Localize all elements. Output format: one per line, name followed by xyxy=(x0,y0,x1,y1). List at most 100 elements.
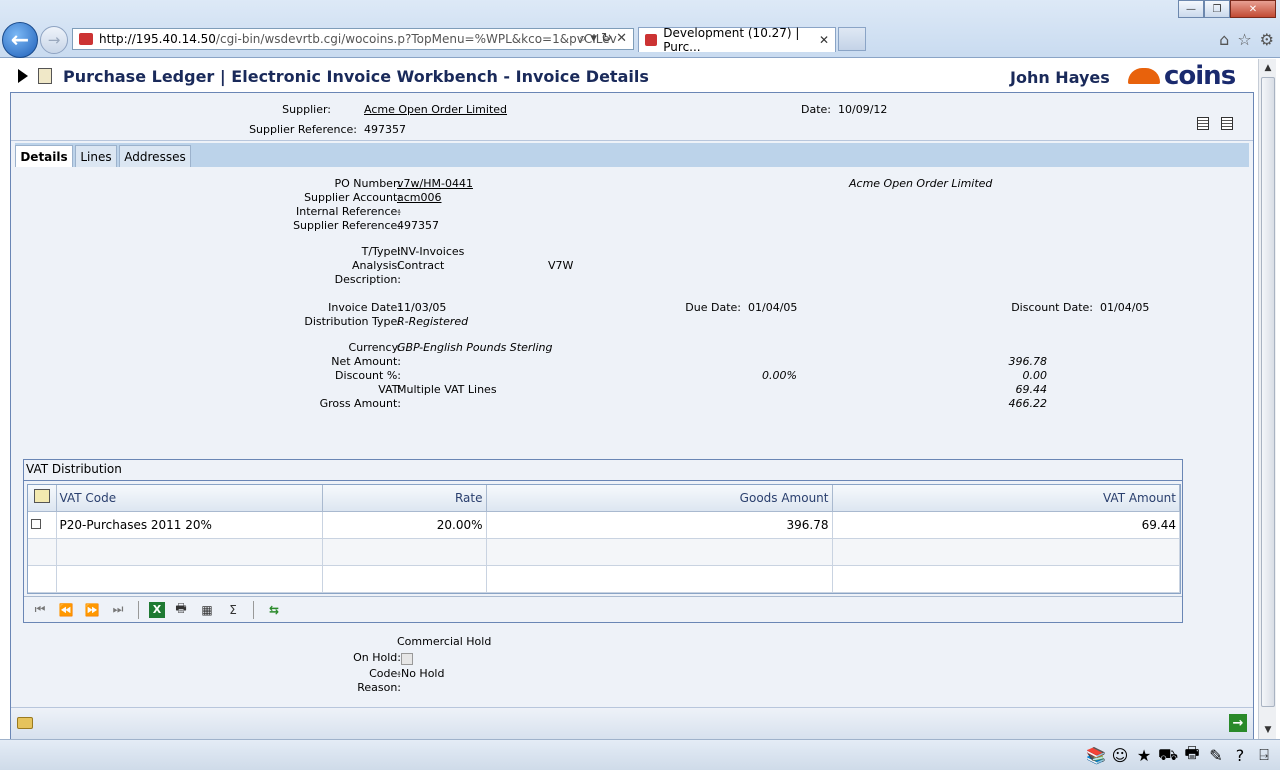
invoice-date-label: Invoice Date: xyxy=(328,301,401,314)
address-bar[interactable]: http://195.40.14.50/cgi-bin/wsdevrtb.cgi… xyxy=(72,28,634,50)
analysis-code: V7W xyxy=(548,259,574,272)
smiley-icon[interactable]: ☺ xyxy=(1110,745,1130,765)
tab-close-icon[interactable]: ✕ xyxy=(819,33,829,47)
favicon-icon xyxy=(79,33,93,45)
printer-icon[interactable]: 🖶 xyxy=(1182,743,1202,765)
first-icon[interactable]: ⏮ xyxy=(30,601,50,619)
cell-vat-code: P20-Purchases 2011 20% xyxy=(56,511,323,539)
row-select-cell[interactable] xyxy=(28,511,57,539)
supplier-reference-label-2: Supplier Reference: xyxy=(293,219,401,232)
column-header-goods-amount[interactable]: Goods Amount xyxy=(486,485,833,512)
supplier-account-link[interactable]: acm006 xyxy=(397,191,442,204)
row-checkbox[interactable] xyxy=(31,518,41,529)
menu-arrow-icon[interactable] xyxy=(18,69,28,83)
new-tab-button[interactable] xyxy=(838,27,866,51)
po-number-label: PO Number: xyxy=(334,177,402,190)
currency-label: Currency: xyxy=(348,341,401,354)
supplier-panel: Supplier: Acme Open Order Limited Date: … xyxy=(11,93,1253,141)
document-edit-icon[interactable]: ✎ xyxy=(1206,745,1226,765)
books-icon[interactable]: 📚 xyxy=(1086,745,1106,765)
scroll-down-icon[interactable]: ▼ xyxy=(1261,723,1275,737)
hold-code-value: -No Hold xyxy=(397,667,445,680)
exit-arrow-icon[interactable]: → xyxy=(1229,714,1247,732)
on-hold-checkbox[interactable] xyxy=(401,653,413,665)
back-arrow-icon: ← xyxy=(10,27,30,53)
close-window-button[interactable]: ✕ xyxy=(1230,0,1276,18)
tab-bar: Details Lines Addresses xyxy=(15,143,1249,168)
main-frame: Supplier: Acme Open Order Limited Date: … xyxy=(10,92,1254,739)
hard-hat-icon xyxy=(1128,68,1160,84)
address-tools[interactable]: ⌕ ▾ ↻ ✕ xyxy=(579,31,627,46)
details-content: PO Number: v7w/HM-0441 Acme Open Order L… xyxy=(15,167,1249,707)
star-icon[interactable]: ★ xyxy=(1134,745,1154,765)
commercial-hold-heading: Commercial Hold xyxy=(397,635,492,648)
cell-rate: 20.00% xyxy=(322,511,487,539)
analysis-value: Contract xyxy=(397,259,445,272)
maximize-button[interactable]: ❐ xyxy=(1204,0,1230,18)
vat-value: Multiple VAT Lines xyxy=(397,383,497,396)
column-header-vat-code[interactable]: VAT Code xyxy=(56,485,323,512)
vat-amount-value: 69.44 xyxy=(1015,383,1048,396)
po-number-link[interactable]: v7w/HM-0441 xyxy=(397,177,473,190)
calculator-icon-2[interactable] xyxy=(1221,117,1233,130)
document-icon xyxy=(38,68,52,84)
browser-chrome: — ❐ ✕ ← → http://195.40.14.50/cgi-bin/ws… xyxy=(0,0,1280,58)
minimize-button[interactable]: — xyxy=(1178,0,1204,18)
grid-toolbar: ⏮ ⏪ ⏩ ⏭ X 🖶 ▦ Σ ⇆ xyxy=(24,596,1182,622)
excel-icon[interactable]: X xyxy=(149,601,165,618)
ttype-value: INV-Invoices xyxy=(397,245,465,258)
footer-bar: → xyxy=(11,707,1253,739)
discount-date-label: Discount Date: xyxy=(1011,301,1093,314)
calculator-icon-grid[interactable]: ▦ xyxy=(197,601,217,619)
gross-amount-value: 466.22 xyxy=(1008,397,1048,410)
column-chooser-icon[interactable] xyxy=(33,489,50,504)
distribution-type-label: Distribution Type: xyxy=(304,315,401,328)
scroll-thumb[interactable] xyxy=(1261,77,1275,707)
coins-logo: coins xyxy=(1128,61,1236,91)
user-name: John Hayes xyxy=(1010,68,1110,87)
column-header-vat-amount[interactable]: VAT Amount xyxy=(832,485,1180,512)
last-icon[interactable]: ⏭ xyxy=(108,601,128,619)
table-row-empty-2 xyxy=(28,565,1180,593)
browser-tab[interactable]: Development (10.27) | Purc... ✕ xyxy=(638,26,836,54)
scroll-up-icon[interactable]: ▲ xyxy=(1261,61,1275,75)
help-icon[interactable]: ? xyxy=(1230,745,1250,765)
refresh-icon[interactable]: ⇆ xyxy=(264,601,284,619)
toolbar-separator xyxy=(138,600,139,619)
table-row[interactable]: P20-Purchases 2011 20% 20.00% 396.78 69.… xyxy=(28,511,1180,539)
vertical-scrollbar[interactable]: ▲ ▼ xyxy=(1258,59,1276,739)
cell-goods-amount: 396.78 xyxy=(486,511,833,539)
truck-icon[interactable]: ⛟ xyxy=(1158,745,1178,765)
tab-addresses[interactable]: Addresses xyxy=(119,145,191,167)
supplier-link[interactable]: Acme Open Order Limited xyxy=(364,103,507,116)
folder-icon[interactable] xyxy=(17,717,33,729)
calculator-icon[interactable] xyxy=(1197,117,1209,130)
back-button[interactable]: ← xyxy=(2,22,38,58)
tray-icons: 📚 ☺ ★ ⛟ 🖶 ✎ ? ⍈ xyxy=(1086,743,1274,765)
tab-title: Development (10.27) | Purc... xyxy=(663,26,800,54)
home-icon[interactable]: ⌂ xyxy=(1219,30,1229,49)
column-chooser-cell[interactable] xyxy=(28,485,57,512)
next-icon[interactable]: ⏩ xyxy=(82,601,102,619)
supplier-label: Supplier: xyxy=(282,103,331,116)
on-hold-label: On Hold: xyxy=(353,651,401,664)
tab-lines[interactable]: Lines xyxy=(75,145,117,167)
print-icon[interactable]: 🖶 xyxy=(171,601,191,619)
tab-favicon-icon xyxy=(645,34,658,46)
page: Purchase Ledger | Electronic Invoice Wor… xyxy=(0,59,1258,739)
page-title: Purchase Ledger | Electronic Invoice Wor… xyxy=(63,67,649,86)
settings-gear-icon[interactable]: ⚙ xyxy=(1260,30,1274,49)
tab-details[interactable]: Details xyxy=(15,145,73,168)
prev-icon[interactable]: ⏪ xyxy=(56,601,76,619)
sum-icon[interactable]: Σ xyxy=(223,601,243,619)
column-header-rate[interactable]: Rate xyxy=(322,485,487,512)
favorites-star-icon[interactable]: ☆ xyxy=(1237,30,1251,49)
supplier-reference-label: Supplier Reference: xyxy=(249,123,357,136)
forward-arrow-icon: → xyxy=(47,31,61,49)
invoice-date-value: 11/03/05 xyxy=(397,301,447,314)
supplier-name: Acme Open Order Limited xyxy=(849,177,993,190)
vat-table-header: VAT Code Rate Goods Amount VAT Amount xyxy=(28,485,1180,512)
discount-date-value: 01/04/05 xyxy=(1100,301,1150,314)
forward-button[interactable]: → xyxy=(40,26,68,54)
exit-door-icon[interactable]: ⍈ xyxy=(1254,745,1274,765)
